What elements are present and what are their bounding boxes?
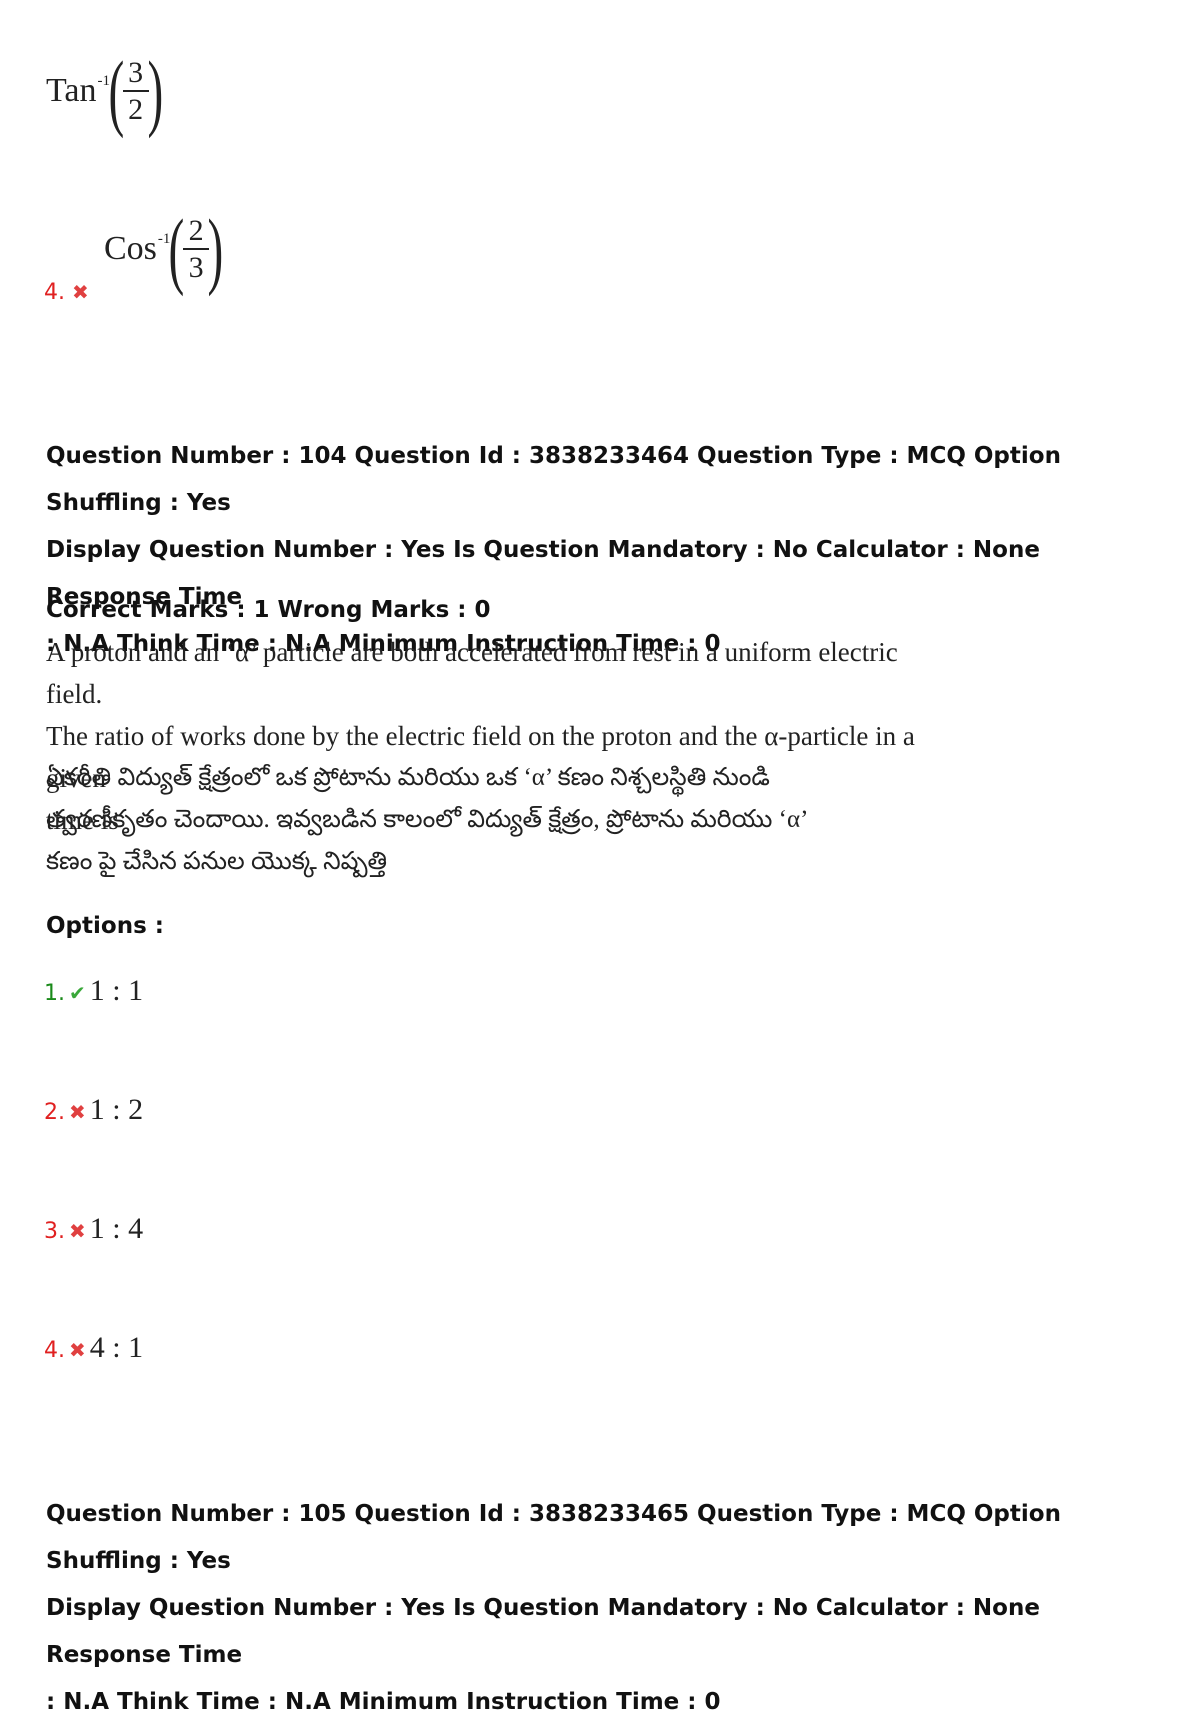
- fraction: 3 2: [122, 56, 149, 126]
- option-text: 1 : 4: [89, 1212, 144, 1245]
- options-label: Options :: [46, 913, 164, 939]
- option-number: 3.: [44, 1219, 65, 1244]
- option-3: 3. ✖ 1 : 4: [44, 1212, 143, 1246]
- option-text: 1 : 2: [89, 1093, 144, 1126]
- function-name: Cos-1: [104, 230, 171, 267]
- cross-icon: ✖: [72, 280, 89, 304]
- cross-icon: ✖: [69, 1221, 86, 1243]
- option-number: 1.: [44, 981, 65, 1006]
- check-icon: ✔: [69, 983, 86, 1005]
- option-4: 4. ✖ 4 : 1: [44, 1331, 143, 1365]
- option-number: 2.: [44, 1100, 65, 1125]
- q105-metadata: Question Number : 105 Question Id : 3838…: [46, 1501, 1061, 1715]
- prev-option4-expression: Cos-1 ( 2 3 ): [104, 201, 224, 297]
- option-number: 4.: [44, 1338, 65, 1363]
- option-2: 2. ✖ 1 : 2: [44, 1093, 143, 1127]
- option-text: 4 : 1: [89, 1331, 144, 1364]
- option-1: 1. ✔ 1 : 1: [44, 974, 143, 1008]
- q104-marks: Correct Marks : 1 Wrong Marks : 0: [46, 597, 491, 623]
- function-name: Tan-1: [46, 72, 110, 109]
- fraction: 2 3: [183, 214, 210, 284]
- option-number: 4.: [44, 280, 65, 305]
- prev-option3-expression: Tan-1 ( 3 2 ): [46, 43, 163, 139]
- q104-question-telugu: ఏకరీతి విద్యుత్ క్షేత్రంలో ఒక ప్రోటాను మ…: [46, 764, 809, 875]
- cross-icon: ✖: [69, 1340, 86, 1362]
- option-text: 1 : 1: [89, 974, 144, 1007]
- cross-icon: ✖: [69, 1102, 86, 1124]
- prev-option4-row: 4. ✖: [44, 280, 89, 305]
